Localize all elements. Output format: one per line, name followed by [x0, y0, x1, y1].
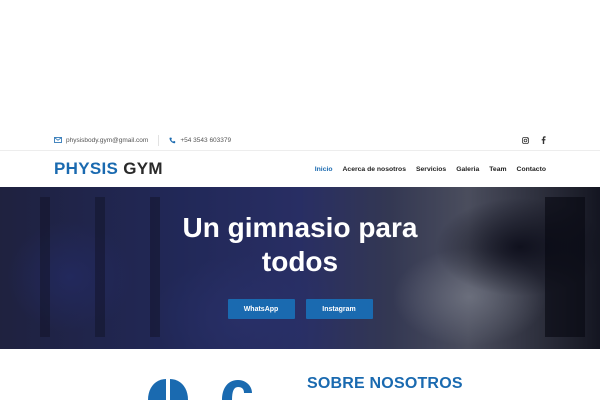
- nav-item-contacto[interactable]: Contacto: [517, 166, 546, 173]
- nav-item-galeria[interactable]: Galeria: [456, 166, 479, 173]
- logo-gym: GYM: [123, 159, 163, 178]
- nav-item-inicio[interactable]: Inicio: [315, 166, 333, 173]
- page: physisbody.gym@gmail.com +54 3543 603379…: [0, 0, 600, 400]
- social-links: [522, 136, 546, 144]
- site-header: PHYSIS GYM Inicio Acerca de nosotros Ser…: [0, 150, 600, 187]
- hero-title-line2: todos: [261, 246, 339, 277]
- hero-buttons: WhatsApp Instagram: [0, 299, 600, 319]
- email-contact[interactable]: physisbody.gym@gmail.com: [54, 137, 148, 144]
- hero-title: Un gimnasio para todos: [0, 211, 600, 279]
- phone-text: +54 3543 603379: [180, 136, 232, 144]
- nav-item-team[interactable]: Team: [489, 166, 506, 173]
- phone-contact[interactable]: +54 3543 603379: [169, 137, 231, 144]
- logo-physis: PHYSIS: [54, 159, 119, 178]
- envelope-icon: [54, 137, 62, 143]
- phone-icon: [169, 137, 176, 144]
- contact-topbar: physisbody.gym@gmail.com +54 3543 603379: [0, 130, 600, 150]
- instagram-icon[interactable]: [522, 136, 529, 144]
- about-title: SOBRE NOSOTROS: [307, 375, 463, 392]
- email-text: physisbody.gym@gmail.com: [66, 136, 149, 144]
- contact-info: physisbody.gym@gmail.com +54 3543 603379: [54, 134, 231, 146]
- nav-item-servicios[interactable]: Servicios: [416, 166, 446, 173]
- hero-section: Un gimnasio para todos WhatsApp Instagra…: [0, 187, 600, 349]
- site-logo[interactable]: PHYSIS GYM: [54, 159, 163, 179]
- facebook-icon[interactable]: [541, 136, 546, 144]
- main-nav: Inicio Acerca de nosotros Servicios Gale…: [315, 166, 546, 173]
- instagram-button[interactable]: Instagram: [305, 299, 373, 319]
- nav-item-acerca[interactable]: Acerca de nosotros: [343, 166, 406, 173]
- blank-area: [0, 0, 600, 130]
- about-logo-image: [148, 379, 252, 400]
- divider: [158, 134, 160, 146]
- whatsapp-button[interactable]: WhatsApp: [227, 299, 295, 319]
- about-section: SOBRE NOSOTROS: [0, 349, 600, 400]
- hero-title-line1: Un gimnasio para: [182, 212, 418, 243]
